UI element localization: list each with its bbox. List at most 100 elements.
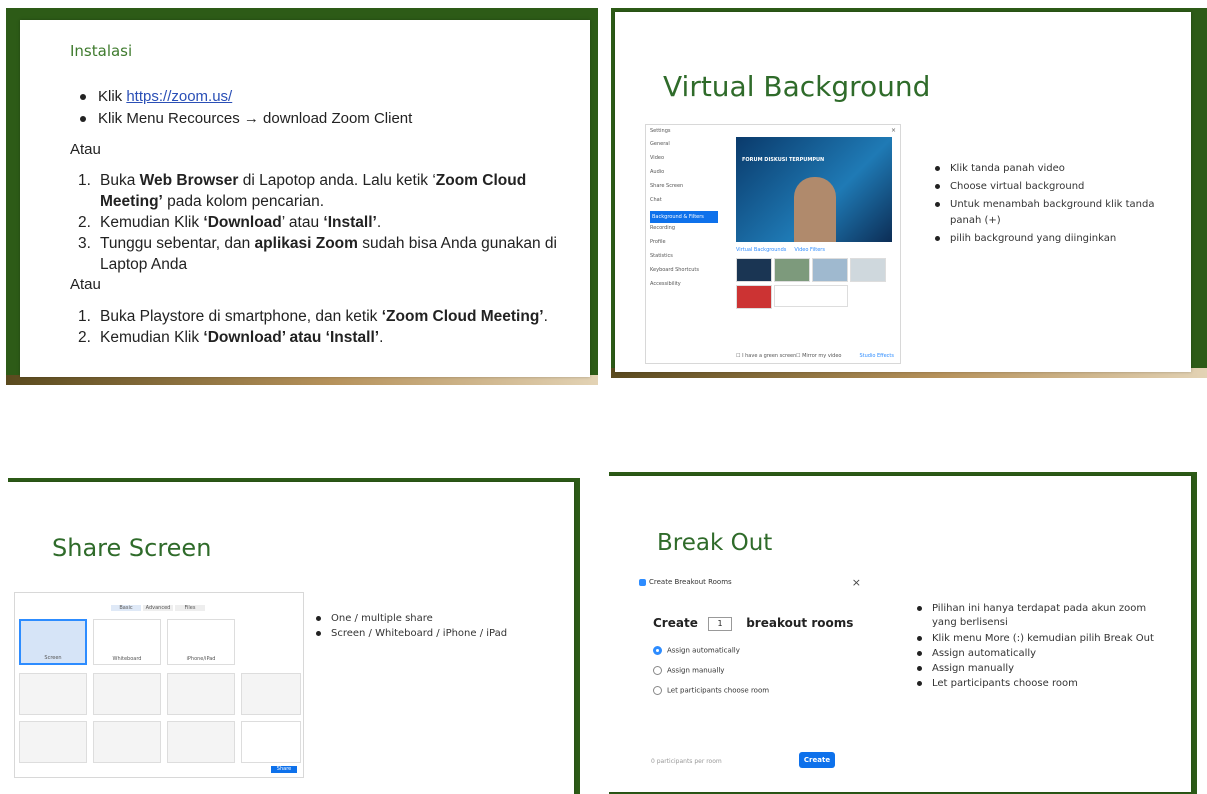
radio-icon[interactable] [653, 686, 662, 695]
share-option-iphone[interactable]: iPhone/iPad [167, 619, 235, 665]
slide-installation: Instalasi Klik https://zoom.us/ Klik Men… [6, 8, 598, 385]
tab-basic[interactable]: Basic [111, 605, 141, 611]
bullet-list: One / multiple share Screen / Whiteboard… [316, 612, 507, 642]
zoom-link[interactable]: https://zoom.us/ [126, 88, 232, 105]
step-item: 2. Kemudian Klik ‘Download’ atau ‘Install… [78, 329, 384, 346]
bullet-dot [80, 116, 86, 123]
steps-list-2: 1. Buka Playstore di smartphone, dan keti… [78, 306, 568, 348]
window-thumbnail[interactable] [241, 673, 301, 715]
bullet-link: Klik https://zoom.us/ [80, 88, 232, 105]
tab-video-filters[interactable]: Video Filters [794, 247, 825, 253]
window-thumbnail[interactable] [167, 673, 235, 715]
settings-menu-item[interactable]: Audio [650, 169, 718, 183]
slide-title: Break Out [657, 530, 773, 556]
studio-effects-link[interactable]: Studio Effects [859, 353, 894, 359]
settings-menu-item[interactable]: Chat [650, 197, 718, 211]
step-item: 3. Tunggu sebentar, dan aplikasi Zoom sud… [78, 235, 557, 252]
step-item-cont: Laptop Anda [100, 256, 188, 273]
slide-content: Share Screen Basic Advanced Files Screen… [8, 482, 574, 794]
window-thumbnail[interactable] [167, 721, 235, 763]
bullet-item: Pilihan ini hanya terdapat pada akun zoo… [917, 602, 1154, 616]
option-let-choose[interactable]: Let participants choose room [653, 686, 769, 695]
bullet-item: Choose virtual background [935, 180, 1154, 198]
radio-icon[interactable] [653, 666, 662, 675]
option-assign-auto[interactable]: Assign automatically [653, 646, 740, 655]
atau-label: Atau [70, 276, 101, 293]
settings-menu: General Video Audio Share Screen Chat Ba… [650, 141, 718, 295]
share-option-screen[interactable]: Screen [19, 619, 87, 665]
video-preview: FORUM DISKUSI TERPUMPUN [736, 137, 892, 242]
window-thumbnail[interactable] [93, 673, 161, 715]
create-button[interactable]: Create [799, 752, 835, 768]
option-assign-manual[interactable]: Assign manually [653, 666, 724, 675]
window-thumbnail[interactable] [241, 721, 301, 763]
window-thumbnail[interactable] [93, 721, 161, 763]
bg-thumbnail[interactable] [736, 258, 772, 282]
settings-menu-item[interactable]: Share Screen [650, 183, 718, 197]
settings-menu-item[interactable]: Statistics [650, 253, 718, 267]
settings-menu-item[interactable]: Recording [650, 225, 718, 239]
share-button[interactable]: Share [271, 766, 297, 773]
bullet-item: pilih background yang diinginkan [935, 232, 1154, 250]
settings-menu-item[interactable]: General [650, 141, 718, 155]
step-item: 1. Buka Playstore di smartphone, dan keti… [78, 308, 548, 325]
share-tabs: Basic Advanced Files [111, 605, 205, 611]
slide-break-out: Break Out Create Breakout Rooms × Create… [609, 472, 1197, 794]
slide-share-screen: Share Screen Basic Advanced Files Screen… [8, 478, 580, 794]
dialog-title: Create Breakout Rooms [639, 578, 879, 586]
settings-title: Settings [650, 128, 671, 134]
bullet-item: Untuk menambah background klik tanda [935, 198, 1154, 214]
window-thumbnail[interactable] [19, 673, 87, 715]
close-icon[interactable]: × [891, 127, 896, 134]
settings-menu-item[interactable]: Keyboard Shortcuts [650, 267, 718, 281]
mirror-checkbox[interactable]: ☐ Mirror my video [796, 353, 841, 359]
slide-title: Virtual Background [663, 70, 931, 103]
bg-thumbnail[interactable] [736, 285, 772, 309]
radio-selected-icon[interactable] [653, 646, 662, 655]
slide-content: Virtual Background Settings × General Vi… [615, 12, 1191, 372]
preview-caption: FORUM DISKUSI TERPUMPUN [742, 157, 825, 163]
bg-tooltip [774, 285, 848, 307]
green-screen-checkbox[interactable]: ☐ I have a green screen [736, 353, 796, 359]
settings-menu-item[interactable]: Accessibility [650, 281, 718, 295]
bullet-item: One / multiple share [316, 612, 507, 627]
steps-list-1: 1. Buka Web Browser di Lapotop anda. Lalu… [78, 170, 558, 275]
bullet-item: Klik tanda panah video [935, 162, 1154, 180]
room-count-stepper[interactable]: 1 [708, 616, 733, 631]
bg-thumbnail[interactable] [812, 258, 848, 282]
bullet-item: Assign manually [917, 662, 1154, 677]
slide-title: Share Screen [52, 534, 212, 562]
settings-menu-item[interactable]: Profile [650, 239, 718, 253]
bullet-dot [80, 94, 86, 101]
bullet-item: Klik menu More (:) kemudian pilih Break … [917, 632, 1154, 647]
zoom-settings-window: Settings × General Video Audio Share Scr… [645, 124, 901, 364]
breakout-dialog: Create Breakout Rooms × Create 1 breakou… [639, 576, 879, 778]
bullet-item: Let participants choose room [917, 677, 1154, 692]
bullet-item-cont: panah (+) [950, 215, 1001, 226]
bullet-list: Klik tanda panah video Choose virtual ba… [935, 162, 1154, 250]
tab-advanced[interactable]: Advanced [143, 605, 173, 611]
share-option-whiteboard[interactable]: Whiteboard [93, 619, 161, 665]
per-room-label: 0 participants per room [651, 758, 722, 765]
window-thumbnail[interactable] [19, 721, 87, 763]
bullet-item-cont: yang berlisensi [932, 617, 1008, 628]
bullet-download: Klik Menu Recources → download Zoom Clie… [80, 110, 412, 127]
bullet-item: Screen / Whiteboard / iPhone / iPad [316, 627, 507, 642]
person-silhouette [794, 177, 836, 242]
vb-tabs: Virtual Backgrounds Video Filters [736, 247, 825, 253]
atau-label: Atau [70, 141, 101, 158]
share-screen-dialog: Basic Advanced Files Screen Whiteboard i… [14, 592, 304, 778]
step-item: 2. Kemudian Klik ‘Download’ atau ‘Install… [78, 214, 382, 231]
slide-subtitle: Instalasi [70, 42, 133, 60]
slide-content: Break Out Create Breakout Rooms × Create… [609, 476, 1191, 792]
bullet-item: Assign automatically [917, 647, 1154, 662]
create-rooms-row: Create 1 breakout rooms [653, 616, 854, 631]
bg-thumbnail[interactable] [774, 258, 810, 282]
zoom-logo-icon [639, 578, 646, 586]
close-icon[interactable]: × [852, 576, 861, 589]
settings-menu-item[interactable]: Video [650, 155, 718, 169]
tab-virtual-backgrounds[interactable]: Virtual Backgrounds [736, 247, 786, 253]
tab-files[interactable]: Files [175, 605, 205, 611]
bg-thumbnail[interactable] [850, 258, 886, 282]
settings-menu-item-active[interactable]: Background & Filters [650, 211, 718, 223]
